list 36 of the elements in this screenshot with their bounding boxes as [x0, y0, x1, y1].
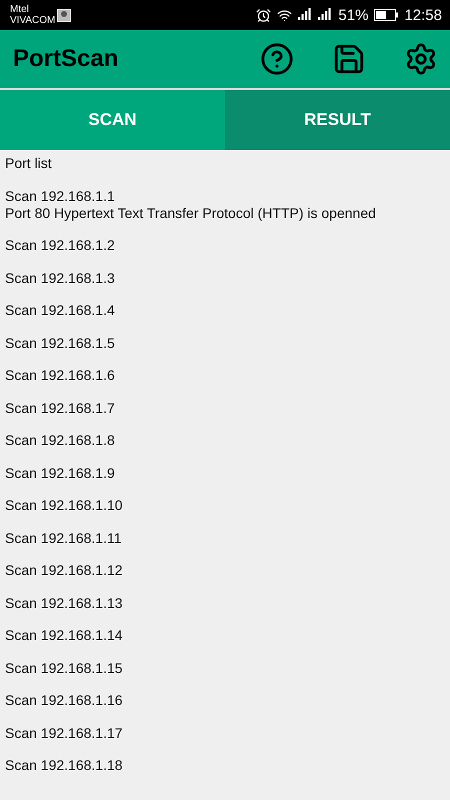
scan-line: Scan 192.168.1.4 [5, 302, 116, 319]
scan-line: Scan 192.168.1.16 [5, 692, 124, 709]
carrier-name: Mtel [10, 4, 30, 15]
scan-line: Scan 192.168.1.2 [5, 237, 116, 254]
scan-line: Scan 192.168.1.5 [5, 334, 116, 352]
carrier-name: VIVACOM [10, 15, 56, 26]
scan-line: Scan 192.168.1.10 [5, 497, 124, 514]
battery-icon [374, 9, 398, 21]
scan-line: Scan 192.168.1.12 [5, 562, 124, 579]
scan-line: Scan 192.168.1.3 [5, 270, 116, 286]
signal-icon [318, 8, 332, 22]
settings-icon[interactable] [404, 42, 438, 76]
scan-line: Scan 192.168.1.9 [5, 464, 116, 482]
help-icon[interactable] [260, 42, 294, 76]
result-heading: Port list [5, 155, 53, 172]
clock-time: 12:58 [404, 6, 442, 24]
tab[interactable]: SCAN [0, 90, 225, 150]
scan-line: Scan 192.168.1.14 [5, 627, 124, 644]
scan-line: Scan 192.168.1.7 [5, 400, 116, 416]
wifi-icon [277, 8, 292, 22]
tab[interactable]: RESULT [225, 90, 450, 150]
scan-line: Scan 192.168.1.18 [5, 757, 124, 774]
picture-notification-icon [57, 8, 72, 22]
alarm-icon [256, 8, 272, 22]
scan-line: Scan 192.168.1.15 [5, 660, 124, 676]
app-title: PortScan [13, 45, 120, 73]
signal-icon [298, 8, 312, 22]
scan-line: Scan 192.168.1.17 [5, 724, 124, 742]
save-icon[interactable] [332, 42, 366, 76]
scan-line: Scan 192.168.1.11 [5, 530, 123, 546]
port-result: Port 80 Hypertext Text Transfer Protocol (HTTP) is openned [5, 204, 377, 222]
scan-line: Scan 192.168.1.13 [5, 594, 124, 612]
scan-line: Scan 192.168.1.6 [5, 367, 116, 384]
scan-line: Scan 192.168.1.8 [5, 432, 116, 449]
battery-percent: 51% [338, 6, 368, 24]
scan-line: Scan 192.168.1.1 [5, 188, 116, 204]
